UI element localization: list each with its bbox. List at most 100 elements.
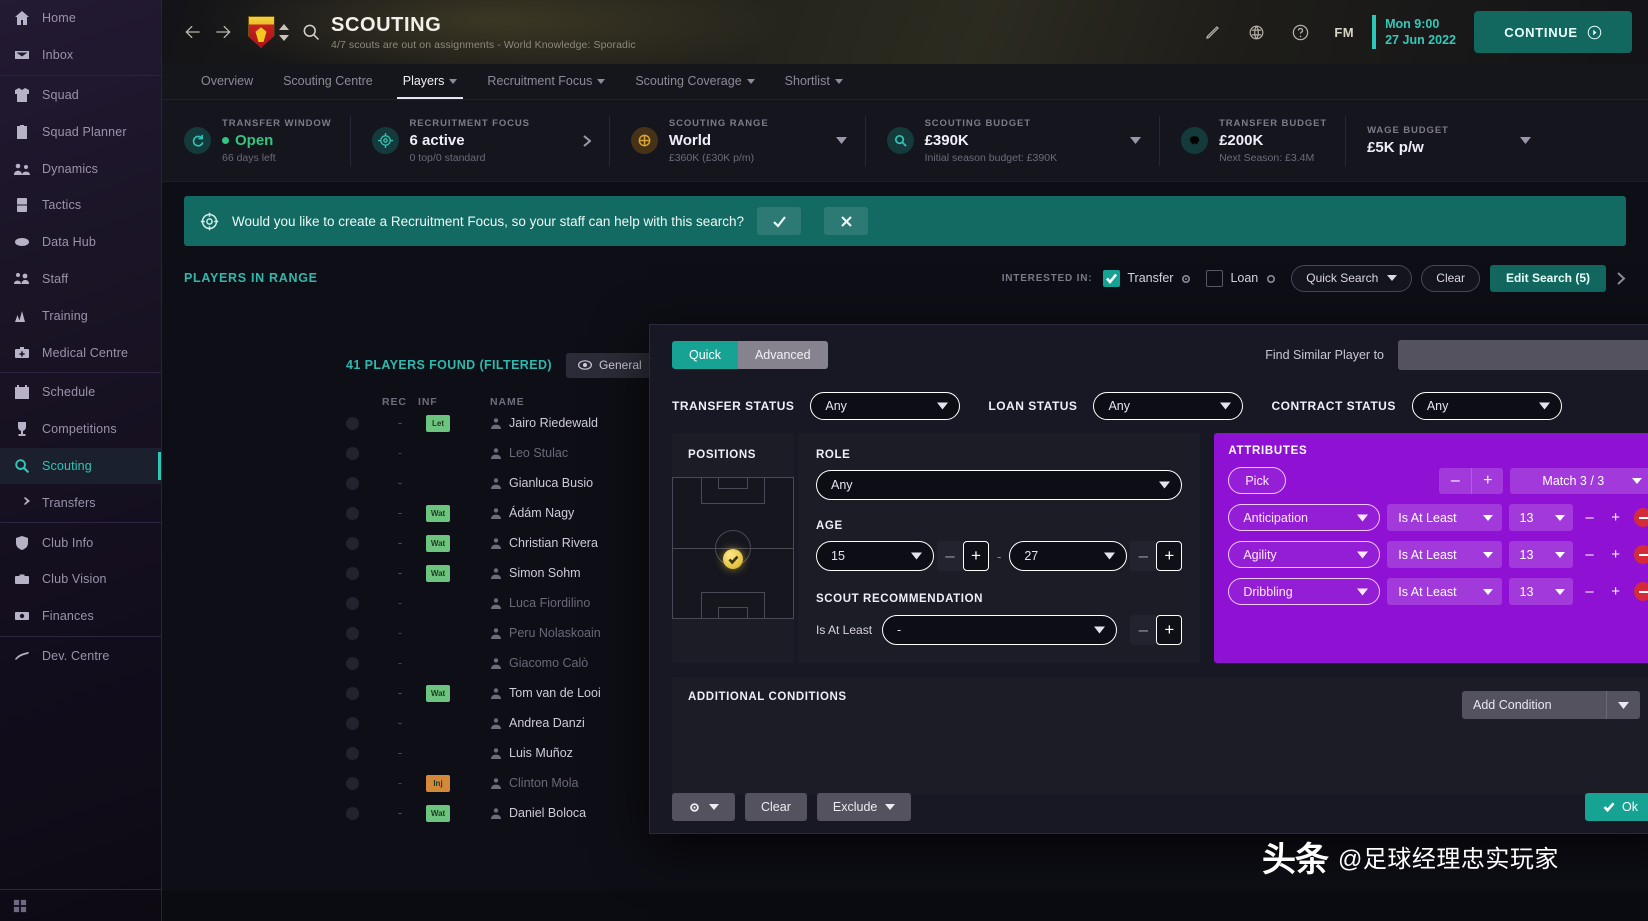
- stat-recruitment-focus[interactable]: RECRUITMENT FOCUS 6 active 0 top/0 stand…: [349, 112, 609, 170]
- stat-transfer-budget[interactable]: TRANSFER BUDGET £200K Next Season: £3.4M: [1159, 112, 1345, 170]
- stat-scouting-budget[interactable]: SCOUTING BUDGET £390K Initial season bud…: [864, 112, 1160, 170]
- scout-rec-decrement[interactable]: –: [1130, 615, 1157, 645]
- sidebar-item-training[interactable]: Training: [0, 297, 161, 334]
- attribute-remove-button[interactable]: [1634, 508, 1648, 527]
- quick-search-button[interactable]: Quick Search: [1291, 264, 1413, 292]
- age-max-select[interactable]: 27: [1009, 541, 1128, 571]
- chevron-right-icon[interactable]: [1617, 271, 1626, 285]
- transfer-checkbox[interactable]: Transfer: [1103, 269, 1192, 287]
- chevron-down-icon[interactable]: [835, 137, 847, 144]
- attribute-value-select[interactable]: 13: [1508, 578, 1573, 605]
- social-icon[interactable]: [1234, 10, 1278, 54]
- add-condition-dropdown[interactable]: [1606, 691, 1640, 719]
- check-marker-icon[interactable]: [723, 549, 743, 570]
- sidebar-item-transfers[interactable]: Transfers: [0, 484, 161, 521]
- chevron-down-icon[interactable]: [1519, 137, 1531, 144]
- attribute-value-select[interactable]: 13: [1508, 541, 1573, 568]
- attribute-decrement[interactable]: –: [1580, 541, 1599, 568]
- transfer-status-select[interactable]: Any: [810, 392, 961, 420]
- stat-wage-budget[interactable]: WAGE BUDGET £5K p/w: [1345, 112, 1549, 170]
- attribute-decrement[interactable]: –: [1580, 504, 1599, 531]
- attribute-value-select[interactable]: 13: [1508, 504, 1573, 531]
- grid-icon[interactable]: [13, 899, 27, 913]
- pencil-icon[interactable]: [1190, 10, 1234, 54]
- sidebar-item-schedule[interactable]: Schedule: [0, 374, 161, 411]
- sidebar-item-club-vision[interactable]: Club Vision: [0, 561, 161, 598]
- sidebar-item-squad[interactable]: Squad: [0, 77, 161, 114]
- attribute-operator-select[interactable]: Is At Least: [1387, 541, 1502, 568]
- match-decrement[interactable]: –: [1439, 468, 1471, 494]
- continue-button[interactable]: CONTINUE: [1474, 11, 1632, 53]
- tab-overview[interactable]: Overview: [186, 63, 268, 99]
- tab-quick[interactable]: Quick: [672, 341, 738, 369]
- banner-dismiss-button[interactable]: [824, 207, 868, 235]
- attribute-increment[interactable]: +: [1606, 578, 1625, 605]
- age-min-decrement[interactable]: –: [937, 541, 963, 571]
- scout-rec-increment[interactable]: +: [1156, 615, 1183, 645]
- age-max-increment[interactable]: +: [1156, 541, 1183, 571]
- age-min-increment[interactable]: +: [963, 541, 989, 571]
- sidebar-item-medical-centre[interactable]: Medical Centre: [0, 334, 161, 371]
- banner-accept-button[interactable]: [757, 207, 801, 235]
- gear-icon[interactable]: [1180, 272, 1192, 284]
- pitch-position-selector[interactable]: [672, 477, 794, 619]
- sidebar-item-dev-centre[interactable]: Dev. Centre: [0, 638, 161, 675]
- attribute-operator-select[interactable]: Is At Least: [1387, 578, 1502, 605]
- tab-scouting-centre[interactable]: Scouting Centre: [268, 63, 388, 99]
- add-condition-button[interactable]: Add Condition: [1462, 691, 1606, 719]
- attribute-decrement[interactable]: –: [1580, 578, 1599, 605]
- watford-club-badge[interactable]: [246, 15, 276, 49]
- loan-status-select[interactable]: Any: [1093, 392, 1244, 420]
- pick-attributes-button[interactable]: Pick: [1228, 467, 1286, 494]
- match-count-select[interactable]: Match 3 / 3: [1510, 467, 1648, 494]
- attribute-operator-select[interactable]: Is At Least: [1387, 504, 1502, 531]
- sidebar-item-squad-planner[interactable]: Squad Planner: [0, 113, 161, 150]
- help-icon[interactable]: [1278, 10, 1322, 54]
- back-arrow-icon[interactable]: [178, 17, 208, 47]
- chevron-down-icon[interactable]: [1130, 137, 1142, 144]
- stat-scouting-range[interactable]: SCOUTING RANGE World £360K (£30K p/m): [608, 112, 865, 170]
- sidebar-item-home[interactable]: Home: [0, 0, 161, 37]
- age-max-decrement[interactable]: –: [1130, 541, 1157, 571]
- sidebar-item-finances[interactable]: Finances: [0, 598, 161, 635]
- ok-button[interactable]: Ok: [1585, 793, 1648, 821]
- tab-players[interactable]: Players: [388, 63, 473, 99]
- stat-transfer-window[interactable]: TRANSFER WINDOW Open 66 days left: [184, 112, 350, 170]
- loan-checkbox[interactable]: Loan: [1206, 269, 1277, 287]
- tab-scouting-coverage[interactable]: Scouting Coverage: [620, 63, 769, 99]
- attribute-remove-button[interactable]: [1634, 582, 1648, 601]
- age-min-select[interactable]: 15: [816, 541, 934, 571]
- sidebar-item-scouting[interactable]: Scouting: [0, 447, 161, 485]
- tab-shortlist[interactable]: Shortlist: [770, 63, 858, 99]
- sidebar-item-inbox[interactable]: Inbox: [0, 37, 161, 74]
- clear-filters-button[interactable]: Clear: [745, 793, 807, 821]
- attribute-increment[interactable]: +: [1606, 541, 1625, 568]
- scout-rec-select[interactable]: -: [882, 615, 1118, 645]
- sidebar-item-tactics[interactable]: Tactics: [0, 187, 161, 224]
- clear-search-button[interactable]: Clear: [1421, 264, 1480, 292]
- edit-search-button[interactable]: Edit Search (5): [1489, 264, 1606, 292]
- club-switch-icon[interactable]: [279, 23, 289, 41]
- gear-icon[interactable]: [1265, 272, 1277, 284]
- tab-recruitment-focus[interactable]: Recruitment Focus: [472, 63, 620, 99]
- attribute-name-select[interactable]: Anticipation: [1228, 504, 1381, 531]
- attribute-name-select[interactable]: Agility: [1228, 541, 1381, 568]
- sidebar-item-data-hub[interactable]: Data Hub: [0, 224, 161, 261]
- find-similar-input[interactable]: [1398, 340, 1648, 370]
- attribute-increment[interactable]: +: [1606, 504, 1625, 531]
- general-view-button[interactable]: General: [565, 352, 654, 378]
- sidebar-item-dynamics[interactable]: Dynamics: [0, 150, 161, 187]
- search-icon[interactable]: [301, 22, 321, 42]
- sidebar-item-club-info[interactable]: Club Info: [0, 524, 161, 561]
- sidebar-item-competitions[interactable]: Competitions: [0, 411, 161, 448]
- settings-button[interactable]: [672, 793, 735, 821]
- fm-logo[interactable]: FM: [1322, 25, 1366, 40]
- chevron-right-icon[interactable]: [583, 134, 591, 147]
- forward-arrow-icon[interactable]: [208, 17, 238, 47]
- attribute-name-select[interactable]: Dribbling: [1228, 578, 1381, 605]
- tab-advanced[interactable]: Advanced: [737, 341, 828, 369]
- role-select[interactable]: Any: [816, 470, 1183, 500]
- contract-status-select[interactable]: Any: [1411, 392, 1562, 420]
- match-increment[interactable]: +: [1471, 467, 1503, 494]
- sidebar-item-staff[interactable]: Staff: [0, 261, 161, 298]
